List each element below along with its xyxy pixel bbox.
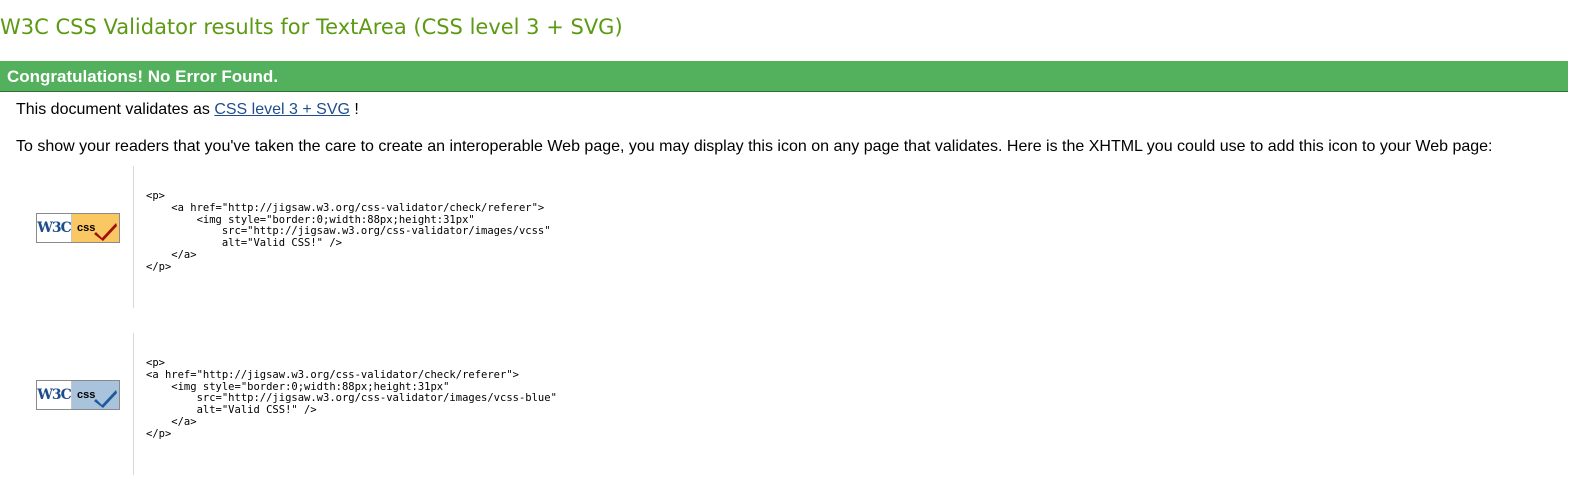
check-icon: [94, 223, 117, 241]
badge-instructions: To show your readers that you've taken t…: [16, 138, 1493, 155]
badge-code-snippet: <p> <a href="http://jigsaw.w3.org/css-va…: [146, 190, 551, 273]
w3c-logo: W3C: [37, 381, 72, 409]
badge-block-blue: W3C css <p> <a href="http://jigsaw.w3.or…: [0, 333, 900, 475]
check-icon: [94, 390, 117, 408]
valid-css-badge-gold: W3C css: [36, 213, 120, 243]
badge-block-gold: W3C css <p> <a href="http://jigsaw.w3.or…: [0, 166, 900, 308]
css-panel: css: [72, 381, 119, 409]
css-panel: css: [72, 214, 119, 242]
w3c-logo: W3C: [37, 214, 72, 242]
validation-prefix: This document validates as: [16, 101, 215, 118]
validation-summary: This document validates as CSS level 3 +…: [16, 101, 359, 119]
page-title: W3C CSS Validator results for TextArea (…: [0, 15, 623, 39]
css-profile-link[interactable]: CSS level 3 + SVG: [214, 101, 350, 118]
valid-css-badge-blue: W3C css: [36, 380, 120, 410]
divider: [133, 333, 134, 475]
divider: [133, 166, 134, 308]
w3c-logo-text: W3C: [37, 387, 72, 403]
badge-code-snippet: <p> <a href="http://jigsaw.w3.org/css-va…: [146, 357, 557, 440]
w3c-logo-text: W3C: [37, 220, 72, 236]
validation-suffix: !: [349, 101, 359, 118]
success-message: Congratulations! No Error Found.: [7, 67, 279, 86]
success-banner: Congratulations! No Error Found.: [0, 61, 1568, 92]
